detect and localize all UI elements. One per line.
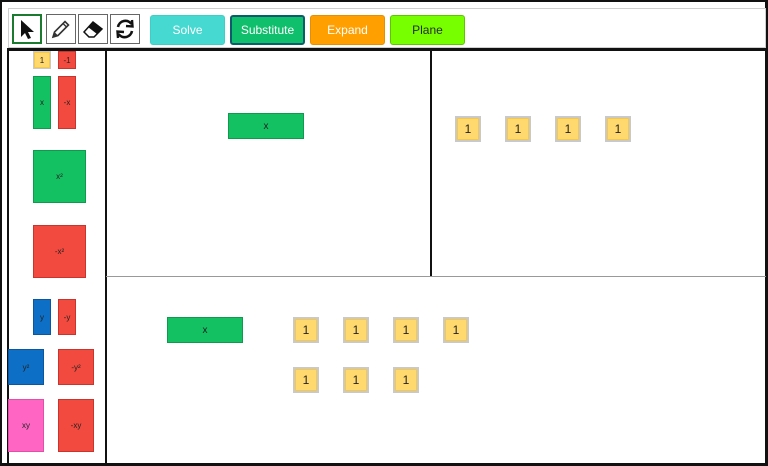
workspace-one-tile[interactable]: 1 — [343, 317, 369, 343]
workspace-one-tile[interactable]: 1 — [393, 317, 419, 343]
workspace-one-tile[interactable]: 1 — [555, 116, 581, 142]
refresh-icon — [116, 19, 134, 39]
palette-tile-neg-xy[interactable]: -xy — [58, 399, 94, 452]
palette-tile-neg-y-squared[interactable]: -y² — [58, 349, 94, 385]
pencil-tool-button[interactable] — [46, 14, 76, 44]
workspace-one-tile[interactable]: 1 — [293, 317, 319, 343]
workspace-x-tile[interactable]: x — [167, 317, 243, 343]
palette-tile-y[interactable]: y — [33, 299, 51, 335]
workspace-one-tile[interactable]: 1 — [393, 367, 419, 393]
workspace-one-tile[interactable]: 1 — [443, 317, 469, 343]
workspace-top-border — [8, 48, 766, 51]
plane-button[interactable]: Plane — [390, 15, 465, 45]
eraser-tool-button[interactable] — [78, 14, 108, 44]
solve-button[interactable]: Solve — [150, 15, 225, 45]
substitute-button[interactable]: Substitute — [230, 15, 305, 45]
toolbar: Solve Substitute Expand Plane — [8, 8, 766, 48]
pointer-tool-button[interactable] — [12, 14, 42, 44]
workspace-one-tile[interactable]: 1 — [343, 367, 369, 393]
palette-tile-xy[interactable]: xy — [8, 399, 44, 452]
palette-tile-one[interactable]: 1 — [33, 51, 51, 69]
workspace-x-tile[interactable]: x — [228, 113, 304, 139]
pencil-icon — [51, 20, 70, 39]
outer-border-top — [0, 0, 768, 2]
workspace-one-tile[interactable]: 1 — [505, 116, 531, 142]
palette-tile-x[interactable]: x — [33, 76, 51, 129]
panel-divider — [430, 48, 432, 276]
app-frame: Solve Substitute Expand Plane 1 -1 x -x … — [0, 0, 768, 466]
expand-button[interactable]: Expand — [310, 15, 385, 45]
palette-tile-y-squared[interactable]: y² — [8, 349, 44, 385]
workspace-one-tile[interactable]: 1 — [293, 367, 319, 393]
palette-tile-x-squared[interactable]: x² — [33, 150, 86, 203]
pointer-icon — [21, 20, 34, 39]
outer-border-left — [0, 0, 2, 466]
eraser-icon — [82, 20, 104, 38]
workspace-one-tile[interactable]: 1 — [605, 116, 631, 142]
palette-tile-neg-one[interactable]: -1 — [58, 51, 76, 69]
panel-horizontal-divider — [106, 276, 766, 277]
refresh-tool-button[interactable] — [110, 14, 140, 44]
palette-tile-neg-y[interactable]: -y — [58, 299, 76, 335]
palette-tile-neg-x[interactable]: -x — [58, 76, 76, 129]
workspace-one-tile[interactable]: 1 — [455, 116, 481, 142]
palette-tile-neg-x-squared[interactable]: -x² — [33, 225, 86, 278]
palette-divider — [105, 48, 107, 466]
